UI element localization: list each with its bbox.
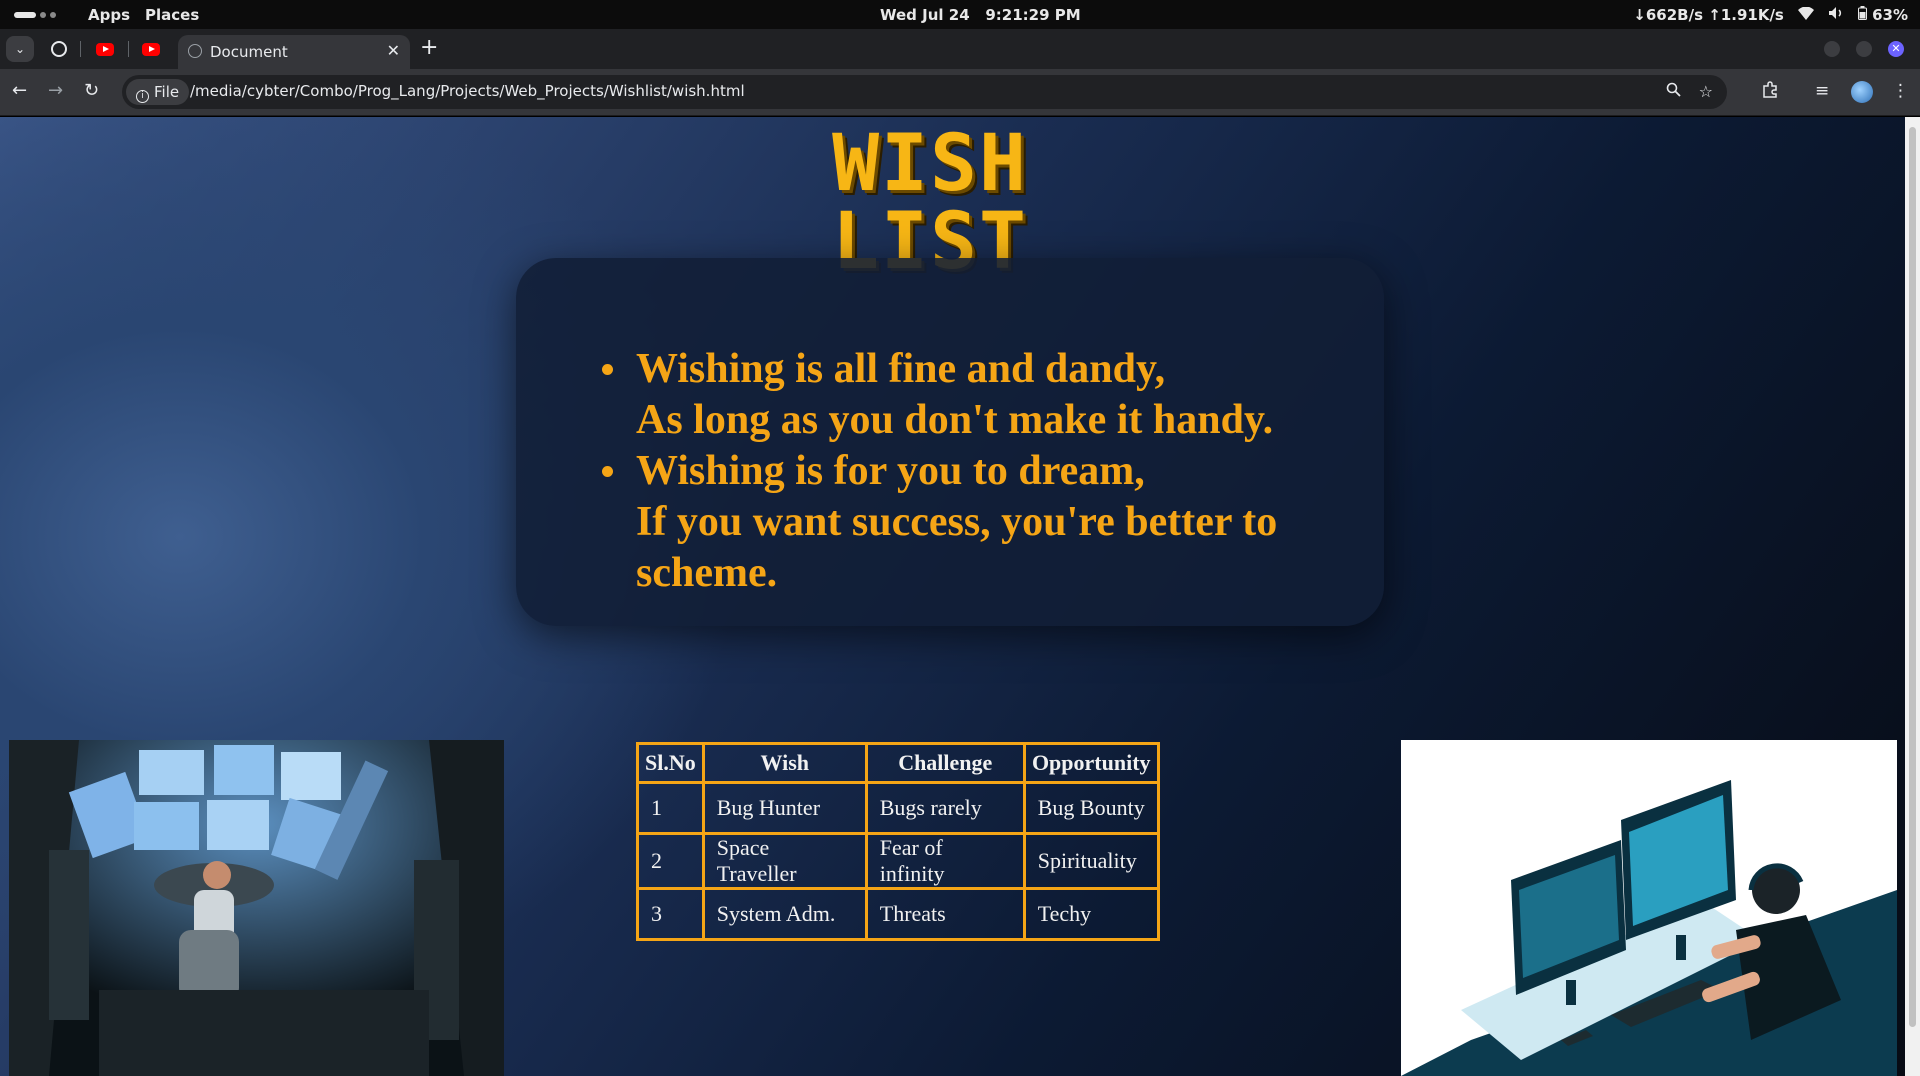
youtube-icon [96, 42, 114, 56]
table-cell: Spirituality [1022, 832, 1160, 890]
table-cell: Techy [1022, 887, 1160, 941]
close-icon[interactable]: ✕ [387, 41, 400, 60]
battery-percent: 63% [1872, 6, 1908, 24]
tab-divider [80, 41, 81, 57]
pinned-tab-youtube-2[interactable] [140, 39, 162, 59]
tab-title: Document [210, 43, 288, 61]
extensions-icon[interactable] [1762, 81, 1779, 103]
window-close-button[interactable]: ✕ [1888, 41, 1904, 57]
tab-strip: ⌄ Document ✕ + ✕ [0, 29, 1920, 69]
clock-date: Wed Jul 24 [880, 6, 970, 24]
address-bar[interactable]: i File /media/cybter/Combo/Prog_Lang/Proj… [122, 75, 1727, 109]
forward-arrow-icon[interactable]: → [48, 80, 63, 101]
clock[interactable]: Wed Jul 24 9:21:29 PM [880, 6, 1081, 24]
clock-time: 9:21:29 PM [985, 6, 1081, 24]
developer-illustration [1401, 740, 1897, 1076]
chevron-down-icon: ⌄ [14, 42, 26, 56]
poem-list: Wishing is all fine and dandy, As long as… [602, 344, 1356, 599]
url-text[interactable]: /media/cybter/Combo/Prog_Lang/Projects/W… [190, 82, 745, 100]
wish-table: Sl.No Wish Challenge Opportunity 1 Bug H… [636, 742, 1160, 941]
chatgpt-icon [51, 41, 67, 57]
tab-divider [128, 41, 129, 57]
table-cell: Bug Bounty [1022, 781, 1160, 835]
poem-card: Wishing is all fine and dandy, As long as… [516, 258, 1384, 626]
poem-verse: Wishing is for you to dream, If you want … [602, 446, 1356, 599]
vertical-scrollbar[interactable] [1905, 117, 1920, 1076]
bookmark-star-icon[interactable]: ☆ [1699, 82, 1713, 101]
profile-avatar[interactable] [1851, 81, 1873, 103]
table-cell: Bugs rarely [864, 781, 1026, 835]
site-info-chip[interactable]: i File [126, 79, 190, 105]
table-cell: 3 [636, 887, 705, 941]
more-menu-icon[interactable]: ⋮ [1892, 81, 1909, 101]
system-tray[interactable]: ↓662B/s ↑1.91K/s 63% [1633, 6, 1908, 24]
browser-toolbar: ← → ↻ i File /media/cybter/Combo/Prog_Lan… [0, 69, 1920, 116]
wifi-icon [1797, 6, 1814, 24]
table-cell: Fear of infinity [864, 832, 1026, 890]
youtube-icon [142, 42, 160, 56]
window-minimize-button[interactable] [1824, 41, 1840, 57]
table-row: 3 System Adm. Threats Techy [636, 887, 1160, 941]
table-cell: Space Traveller [701, 832, 868, 890]
table-row: 1 Bug Hunter Bugs rarely Bug Bounty [636, 781, 1160, 835]
reload-icon[interactable]: ↻ [84, 80, 99, 101]
scrollbar-thumb[interactable] [1909, 127, 1916, 1027]
activities-indicator[interactable] [14, 12, 56, 18]
battery-icon [1857, 6, 1867, 20]
pinned-tab-youtube[interactable] [94, 39, 116, 59]
network-speed: ↓662B/s ↑1.91K/s [1633, 6, 1784, 24]
table-cell: Bug Hunter [701, 781, 868, 835]
poem-line: Wishing is all fine and dandy, [636, 346, 1166, 392]
places-menu[interactable]: Places [145, 6, 199, 24]
page-viewport: WISH LIST Wishing is all fine and dandy,… [0, 117, 1905, 1076]
back-arrow-icon[interactable]: ← [12, 80, 27, 101]
table-cell: Threats [864, 887, 1026, 941]
tab-search-button[interactable]: ⌄ [6, 36, 34, 62]
zoom-icon[interactable] [1666, 82, 1681, 101]
poem-line: If you want success, you're better to sc… [636, 499, 1278, 596]
table-cell: System Adm. [701, 887, 868, 941]
volume-icon [1828, 6, 1844, 24]
new-tab-button[interactable]: + [420, 37, 438, 59]
control-room-image [9, 740, 504, 1076]
info-icon: i [136, 90, 149, 103]
table-header: Sl.No [636, 742, 705, 784]
system-top-bar: Apps Places Wed Jul 24 9:21:29 PM ↓662B/… [0, 0, 1920, 29]
apps-menu[interactable]: Apps [88, 6, 130, 24]
table-header: Opportunity [1022, 742, 1160, 784]
table-header: Challenge [864, 742, 1026, 784]
window-maximize-button[interactable] [1856, 41, 1872, 57]
table-header: Wish [701, 742, 868, 784]
media-controls-icon[interactable]: ≡ [1815, 81, 1829, 101]
poem-line: Wishing is for you to dream, [636, 448, 1145, 494]
scheme-label: File [154, 83, 180, 101]
globe-icon [188, 44, 202, 58]
table-cell: 1 [636, 781, 705, 835]
poem-line: As long as you don't make it handy. [636, 397, 1274, 443]
table-cell: 2 [636, 832, 705, 890]
table-header-row: Sl.No Wish Challenge Opportunity [636, 742, 1160, 784]
pinned-tab-chatgpt[interactable] [48, 39, 70, 59]
poem-verse: Wishing is all fine and dandy, As long as… [602, 344, 1356, 446]
tab-document[interactable]: Document ✕ [178, 35, 410, 69]
table-row: 2 Space Traveller Fear of infinity Spiri… [636, 832, 1160, 890]
battery-indicator: 63% [1857, 6, 1908, 24]
